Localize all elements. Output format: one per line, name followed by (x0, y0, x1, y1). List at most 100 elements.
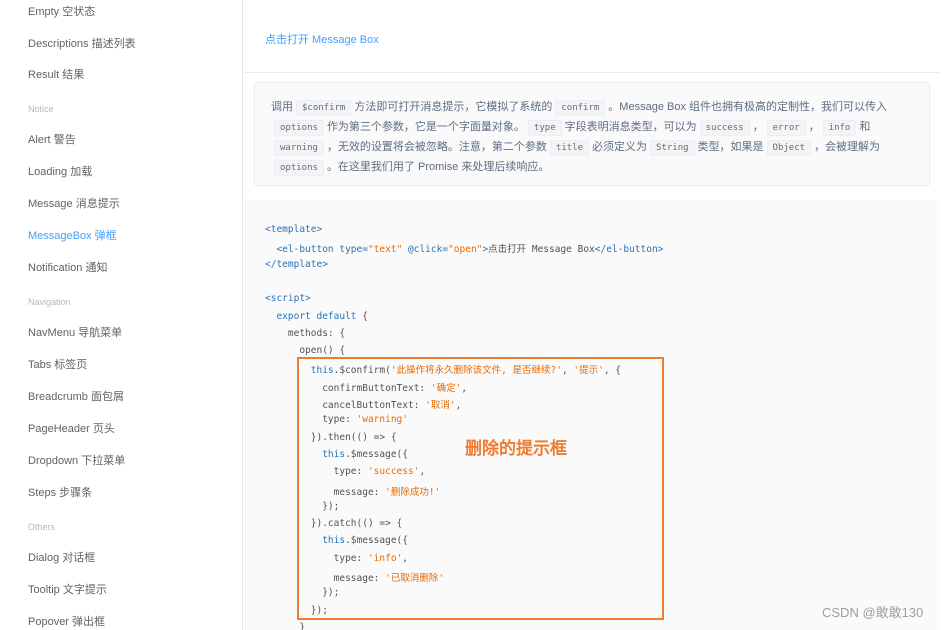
code-token: }); (265, 500, 340, 512)
code-line: methods: { (265, 328, 345, 339)
code-token: { (362, 310, 368, 322)
code-token: '此操作将永久删除该文件, 是否继续?' (390, 365, 562, 377)
code-inline: options (274, 160, 324, 176)
code-token: "text" (367, 244, 403, 256)
open-message-box-button[interactable]: 点击打开 Message Box (265, 31, 379, 47)
code-inline: confirm (555, 100, 606, 116)
code-token: 'info' (367, 552, 403, 564)
code-line: }).catch(() => { (265, 518, 403, 530)
code-token: }); (265, 587, 340, 599)
code-token: , (402, 552, 409, 564)
code-line: } (265, 622, 305, 630)
code-token: this (265, 448, 346, 460)
sidebar-item[interactable]: NavMenu 导航菜单 (28, 324, 122, 340)
code-token: type= (339, 244, 368, 256)
code-line: <el-button type="text" @click="open">点击打… (265, 241, 663, 255)
code-token: </el-button> (594, 244, 664, 256)
sidebar-item[interactable]: Popover 弹出框 (28, 613, 105, 629)
sidebar-item[interactable]: Empty 空状态 (28, 3, 95, 19)
code-token: '删除成功!' (385, 486, 441, 498)
code-line: export default { (265, 311, 368, 322)
sidebar-item[interactable]: Result 结果 (28, 66, 84, 82)
code-inline: success (699, 120, 750, 136)
desc-text: 作为第三个参数，它是一个字面量对象。 (326, 121, 525, 133)
code-line: type: 'warning' (265, 414, 408, 425)
code-line: }).then(() => { (265, 432, 397, 443)
code-token: }); (265, 604, 328, 616)
desc-text: 和 (859, 121, 871, 133)
code-token: '确定' (430, 382, 462, 394)
code-line: type: 'info', (265, 553, 408, 564)
annotation-label: 删除的提示框 (465, 439, 567, 458)
code-block: <template> <el-button type="text" @click… (244, 200, 940, 630)
desc-text: ，无效的设置将会被忽略。注意，第二个参数 (326, 141, 547, 153)
sidebar-item[interactable]: Breadcrumb 面包屑 (28, 388, 124, 404)
code-token: }).catch(() => { (265, 518, 403, 530)
code-inline: info (822, 120, 857, 136)
sidebar-item[interactable]: Dialog 对话框 (28, 549, 95, 565)
code-inline: String (650, 140, 695, 156)
sidebar-item[interactable]: PageHeader 页头 (28, 420, 115, 436)
code-inline: Object (766, 140, 812, 156)
code-line: this.$confirm('此操作将永久删除该文件, 是否继续?', '提示'… (265, 362, 621, 376)
code-token: , (461, 382, 468, 394)
code-line: type: 'success', (265, 466, 426, 478)
desc-text: 调用 (271, 101, 293, 113)
code-token: this (265, 535, 346, 547)
code-token: , (419, 466, 426, 478)
meta-description: 调用 $confirm 方法即可打开消息提示，它模拟了系统的 confirm 。Mess… (254, 82, 930, 186)
sidebar-group-heading: Navigation (28, 297, 71, 307)
code-inline: options (274, 120, 324, 136)
code-token: .$message({ (345, 448, 408, 460)
code-token: '取消' (425, 400, 456, 411)
code-token: message: (265, 486, 386, 498)
code-inline: $confirm (296, 100, 352, 116)
sidebar-item[interactable]: MessageBox 弹框 (28, 227, 117, 243)
code-token: type: (265, 552, 368, 564)
code-token: .$message({ (345, 535, 408, 547)
code-token: 'warning' (356, 414, 408, 426)
sidebar-item[interactable]: Notification 通知 (28, 259, 107, 275)
code-line: }); (265, 605, 328, 616)
code-token: export default (265, 310, 363, 322)
sidebar-item[interactable]: Descriptions 描述列表 (28, 35, 136, 51)
main-content: 点击打开 Message Box 调用 $confirm 方法即可打开消息提示，它模… (244, 0, 950, 630)
code-line: confirmButtonText: '确定', (265, 380, 467, 394)
code-line: </template> (265, 259, 328, 270)
desc-text: 方法即可打开消息提示，它模拟了系统的 (354, 101, 553, 113)
code-token: confirmButtonText: (265, 382, 431, 394)
code-line: message: '已取消删除' (265, 570, 444, 584)
sidebar-item[interactable]: Loading 加载 (28, 163, 92, 179)
code-token: methods: { (265, 327, 346, 339)
code-token: '提示' (573, 365, 604, 377)
sidebar-item[interactable]: Dropdown 下拉菜单 (28, 452, 125, 468)
code-token: <template> (265, 224, 323, 235)
sidebar-item[interactable]: Tabs 标签页 (28, 356, 87, 372)
desc-text: ， (808, 121, 820, 133)
sidebar-item[interactable]: Steps 步骤条 (28, 484, 92, 500)
code-token: , { (603, 365, 622, 377)
code-token: type: (265, 466, 368, 478)
code-line: }); (265, 501, 339, 512)
sidebar-item[interactable]: Tooltip 文字提示 (28, 581, 107, 597)
code-token: , (455, 400, 462, 411)
code-token: <script> (265, 293, 311, 305)
sidebar-group-heading: Others (28, 522, 56, 532)
code-line: }); (265, 587, 339, 598)
code-inline: type (527, 120, 562, 136)
sidebar-item[interactable]: Alert 警告 (28, 131, 76, 147)
code-inline: error (766, 120, 806, 136)
code-inline: warning (274, 140, 324, 156)
code-token: </template> (265, 258, 328, 270)
demo-source: 点击打开 Message Box (244, 0, 940, 73)
code-token: @click= (402, 244, 449, 256)
desc-text: ， (752, 121, 764, 133)
code-token: this (265, 365, 334, 377)
code-token: , (561, 365, 574, 377)
code-line: <template> (265, 224, 322, 235)
code-token: "open" (448, 244, 483, 256)
sidebar-item[interactable]: Message 消息提示 (28, 195, 120, 211)
desc-text: ，会被理解为 (814, 141, 881, 153)
sidebar: Empty 空状态 Descriptions 描述列表 Result 结果 Notic… (0, 0, 243, 630)
code-line: this.$message({ (265, 449, 408, 460)
